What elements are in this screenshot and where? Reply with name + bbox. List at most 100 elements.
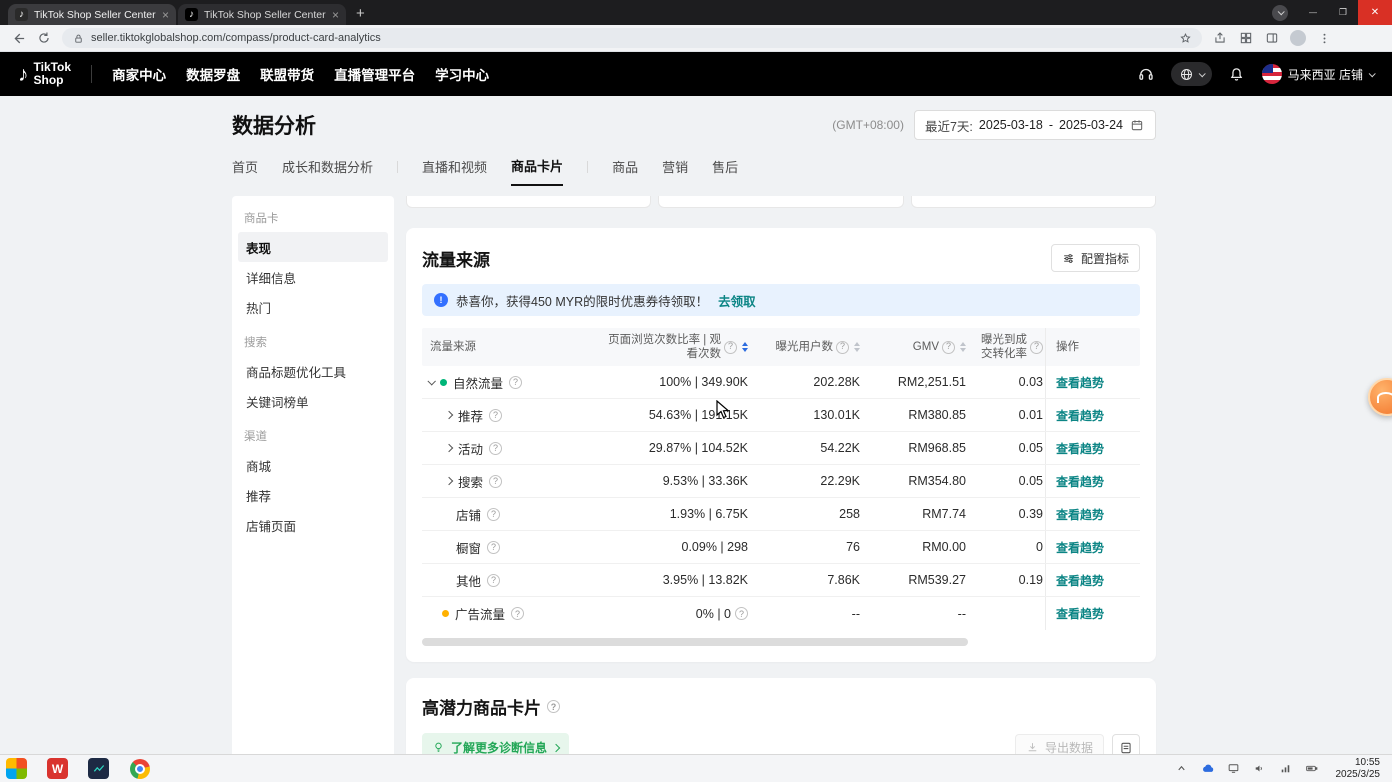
diagnosis-link[interactable]: 了解更多诊断信息 <box>422 733 569 754</box>
sidebar-item-keyword-ranking[interactable]: 关键词榜单 <box>238 386 388 416</box>
column-header-metric[interactable]: 页面浏览次数比率 | 观看次数 <box>572 330 750 365</box>
language-selector[interactable] <box>1171 62 1212 86</box>
nav-item-learning-center[interactable]: 学习中心 <box>435 64 489 84</box>
monitor-icon[interactable] <box>1226 761 1242 777</box>
tab-home[interactable]: 首页 <box>232 157 258 185</box>
tab-close-icon[interactable] <box>162 9 169 21</box>
tab-aftersales[interactable]: 售后 <box>712 157 738 185</box>
info-icon[interactable] <box>1030 341 1043 354</box>
sidebar-item-mall[interactable]: 商城 <box>238 450 388 480</box>
view-trend-link[interactable]: 查看趋势 <box>1056 605 1104 622</box>
nav-item-live-platform[interactable]: 直播管理平台 <box>334 64 415 84</box>
info-icon[interactable] <box>489 409 502 422</box>
info-icon[interactable] <box>489 442 502 455</box>
sidebar-item-performance[interactable]: 表现 <box>238 232 388 262</box>
tab-growth-analytics[interactable]: 成长和数据分析 <box>282 157 373 185</box>
analytics-app-icon[interactable] <box>88 758 109 779</box>
sort-icon[interactable] <box>742 342 748 352</box>
start-app-icon[interactable] <box>6 758 27 779</box>
info-icon[interactable] <box>735 607 748 620</box>
expand-chevron-icon[interactable] <box>445 477 453 485</box>
info-icon[interactable] <box>724 341 737 354</box>
account-menu[interactable]: 马来西亚 店铺 <box>1262 64 1374 84</box>
menu-kebab-icon[interactable] <box>1316 30 1332 46</box>
wps-app-icon[interactable] <box>47 758 68 779</box>
info-icon[interactable] <box>489 475 502 488</box>
info-icon[interactable] <box>487 541 500 554</box>
horizontal-scrollbar[interactable] <box>422 638 1140 646</box>
cloud-sync-icon[interactable] <box>1200 761 1216 777</box>
browser-avatar[interactable] <box>1290 30 1306 46</box>
collapse-chevron-icon[interactable] <box>427 377 435 385</box>
window-maximize-button[interactable] <box>1328 0 1358 25</box>
browser-profile-icon[interactable] <box>1272 5 1288 21</box>
column-header-gmv[interactable]: GMV <box>862 337 968 357</box>
sort-icon[interactable] <box>960 342 966 352</box>
expand-chevron-icon[interactable] <box>445 411 453 419</box>
configure-metrics-button[interactable]: 配置指标 <box>1051 244 1140 272</box>
chrome-app-icon[interactable] <box>129 758 150 779</box>
tab-products[interactable]: 商品 <box>612 157 638 185</box>
view-trend-link[interactable]: 查看趋势 <box>1056 506 1104 523</box>
refresh-icon[interactable] <box>36 30 52 46</box>
info-icon[interactable] <box>942 341 955 354</box>
chevron-down-icon <box>1198 70 1205 77</box>
battery-icon[interactable] <box>1304 761 1320 777</box>
window-minimize-button[interactable] <box>1298 0 1328 25</box>
tab-marketing[interactable]: 营销 <box>662 157 688 185</box>
view-trend-link[interactable]: 查看趋势 <box>1056 572 1104 589</box>
side-panel-icon[interactable] <box>1264 30 1280 46</box>
sort-icon[interactable] <box>854 342 860 352</box>
sidebar-item-title-optimizer[interactable]: 商品标题优化工具 <box>238 356 388 386</box>
taskbar-clock[interactable]: 10:55 2025/3/25 <box>1330 757 1387 781</box>
share-icon[interactable] <box>1212 30 1228 46</box>
view-toggle-button[interactable] <box>1112 734 1140 755</box>
gmv-cell: RM380.85 <box>862 399 968 431</box>
claim-coupon-link[interactable]: 去领取 <box>718 291 756 310</box>
nav-item-affiliate[interactable]: 联盟带货 <box>260 64 314 84</box>
view-trend-link[interactable]: 查看趋势 <box>1056 440 1104 457</box>
tab-product-card[interactable]: 商品卡片 <box>511 156 563 186</box>
view-trend-link[interactable]: 查看趋势 <box>1056 539 1104 556</box>
calendar-icon <box>1129 117 1145 133</box>
scrollbar-thumb[interactable] <box>422 638 968 646</box>
bookmark-star-icon[interactable] <box>1179 32 1192 45</box>
column-header-cvr[interactable]: 曝光到成交转化率 <box>968 330 1045 365</box>
tiktok-shop-logo[interactable]: TikTokShop <box>18 61 71 86</box>
sidebar-item-shop-page[interactable]: 店铺页面 <box>238 510 388 540</box>
view-trend-link[interactable]: 查看趋势 <box>1056 374 1104 391</box>
sidebar-item-details[interactable]: 详细信息 <box>238 262 388 292</box>
cvr-cell: 0.01 <box>968 399 1045 431</box>
sidebar-item-trending[interactable]: 热门 <box>238 292 388 322</box>
info-icon[interactable] <box>509 376 522 389</box>
new-tab-button[interactable] <box>356 5 365 22</box>
window-close-button[interactable] <box>1358 0 1392 25</box>
nav-item-seller-center[interactable]: 商家中心 <box>112 64 166 84</box>
address-bar[interactable]: seller.tiktokglobalshop.com/compass/prod… <box>62 28 1202 48</box>
tiktok-favicon <box>15 8 28 21</box>
extensions-icon[interactable] <box>1238 30 1254 46</box>
tab-close-icon[interactable] <box>332 9 339 21</box>
export-data-button[interactable]: 导出数据 <box>1015 734 1104 755</box>
notifications-bell-icon[interactable] <box>1228 65 1246 83</box>
info-icon[interactable] <box>487 574 500 587</box>
nav-item-data-compass[interactable]: 数据罗盘 <box>186 64 240 84</box>
view-trend-link[interactable]: 查看趋势 <box>1056 407 1104 424</box>
info-icon[interactable] <box>487 508 500 521</box>
tray-chevron-up-icon[interactable] <box>1174 761 1190 777</box>
info-icon[interactable] <box>836 341 849 354</box>
headset-support-icon[interactable] <box>1137 65 1155 83</box>
column-header-users[interactable]: 曝光用户数 <box>750 337 862 357</box>
sidebar-item-recommend[interactable]: 推荐 <box>238 480 388 510</box>
expand-chevron-icon[interactable] <box>445 444 453 452</box>
browser-tab-2[interactable]: TikTok Shop Seller Center | Cr <box>178 4 346 25</box>
browser-tab-1[interactable]: TikTok Shop Seller Center | Cr <box>8 4 176 25</box>
info-icon[interactable] <box>511 607 524 620</box>
info-icon[interactable] <box>547 700 560 713</box>
tab-live-video[interactable]: 直播和视频 <box>422 157 487 185</box>
network-icon[interactable] <box>1278 761 1294 777</box>
volume-icon[interactable] <box>1252 761 1268 777</box>
back-icon[interactable] <box>10 30 26 46</box>
date-range-picker[interactable]: 最近7天: 2025-03-18 - 2025-03-24 <box>914 110 1156 140</box>
view-trend-link[interactable]: 查看趋势 <box>1056 473 1104 490</box>
